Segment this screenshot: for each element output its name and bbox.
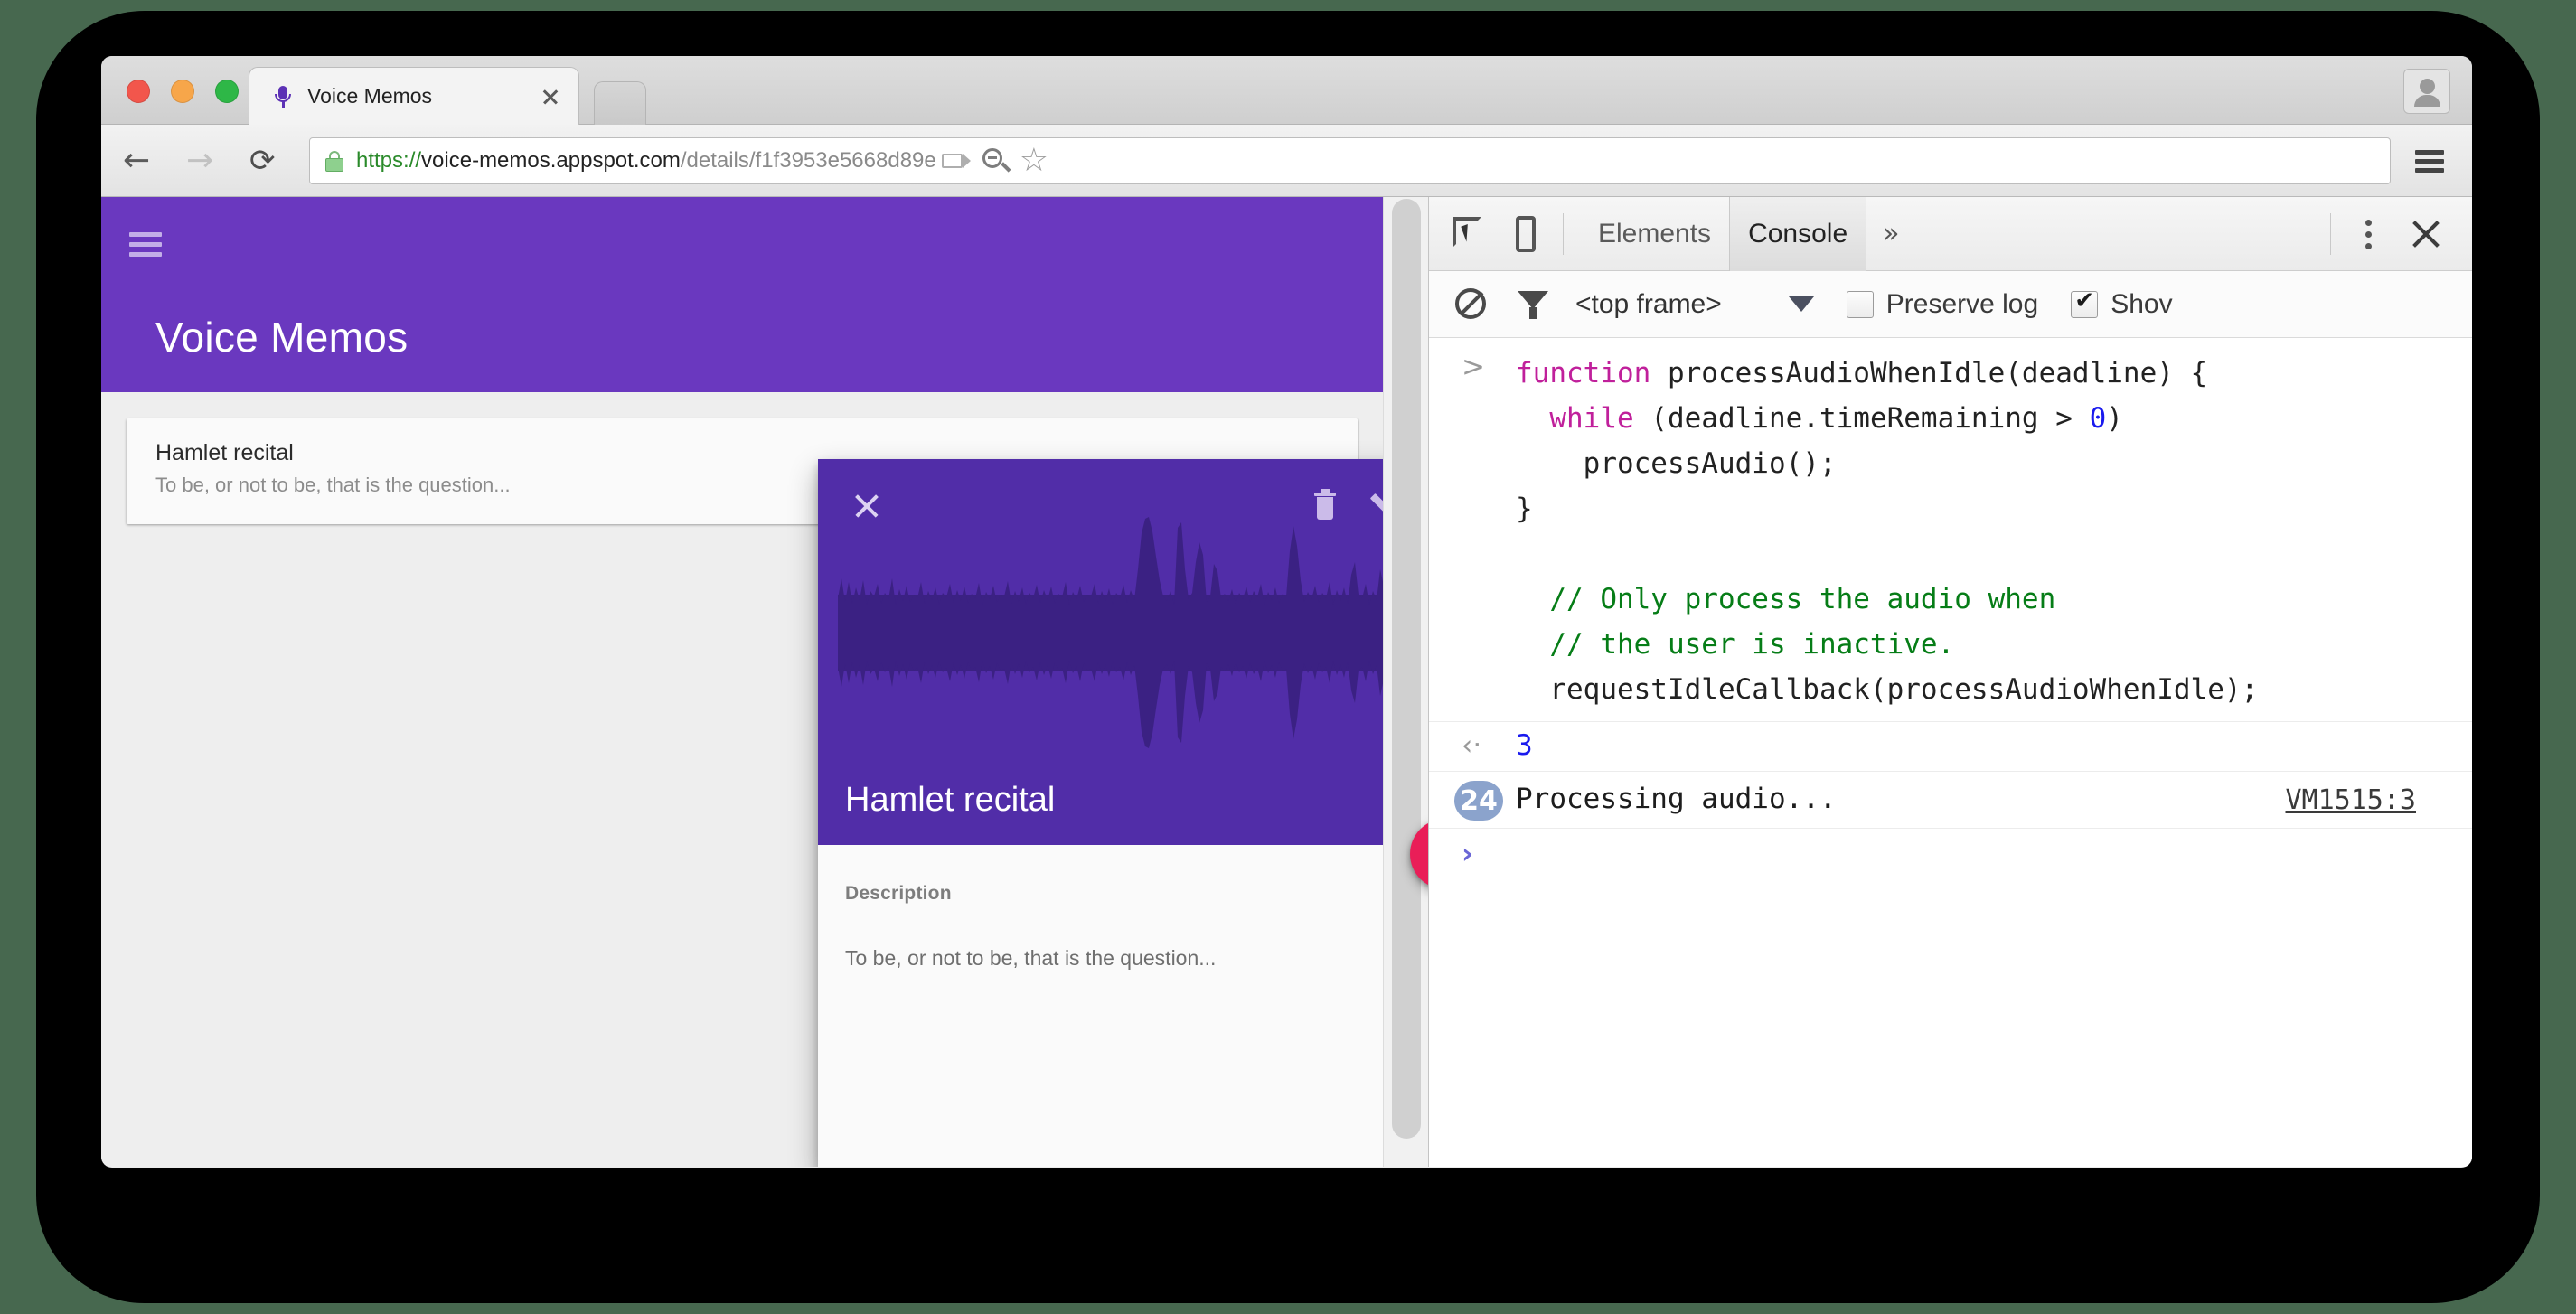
maximize-window-button[interactable] — [215, 80, 239, 103]
browser-window: Voice Memos ← → ⟳ https://voice-memos.ap… — [101, 56, 2472, 1168]
detail-body: Description To be, or not to be, that is… — [818, 845, 1428, 971]
description-text: To be, or not to be, that is the questio… — [845, 946, 1217, 970]
avatar-body-icon — [2414, 95, 2440, 107]
show-messages-label: Shov — [2111, 288, 2173, 319]
close-icon[interactable] — [535, 81, 566, 112]
scrollbar-thumb[interactable] — [1392, 199, 1421, 1139]
bookmark-star-icon[interactable]: ☆ — [1016, 141, 1056, 181]
browser-tab-strip: Voice Memos — [101, 56, 2472, 125]
console-result-row: ‹· 3 — [1429, 721, 2472, 772]
close-icon[interactable] — [2402, 209, 2450, 259]
console-message-text: Processing audio... — [1516, 783, 1837, 815]
prompt-new-icon: › — [1462, 838, 1473, 870]
new-tab-button[interactable] — [594, 81, 646, 125]
tab-console[interactable]: Console — [1729, 197, 1867, 271]
toolbar-divider — [1563, 212, 1564, 255]
preserve-log-label: Preserve log — [1885, 288, 2039, 319]
console-input-entry[interactable]: > function processAudioWhenIdle(deadline… — [1429, 338, 2472, 721]
audio-waveform — [838, 517, 1428, 748]
content-area: Voice Memos Hamlet recital To be, or not… — [101, 197, 2472, 1167]
device-toolbar-icon[interactable] — [1503, 210, 1547, 258]
secure-lock-icon — [324, 149, 344, 173]
window-traffic-lights — [127, 80, 239, 103]
checkbox-box[interactable] — [2071, 287, 2099, 318]
kebab-menu-icon[interactable] — [2347, 209, 2391, 259]
inspect-element-icon[interactable] — [1445, 210, 1494, 258]
page-scrollbar[interactable] — [1383, 197, 1428, 1167]
minimize-window-button[interactable] — [171, 80, 194, 103]
toolbar-divider-right — [2330, 212, 2331, 255]
url-text: https://voice-memos.appspot.com/details/… — [356, 148, 936, 174]
clear-console-icon[interactable] — [1449, 282, 1494, 327]
url-path: /details/f1f3953e5668d89e — [680, 147, 936, 173]
description-label: Description — [845, 883, 952, 904]
delete-icon[interactable] — [1305, 484, 1349, 528]
web-page-viewport: Voice Memos Hamlet recital To be, or not… — [101, 197, 1428, 1167]
url-scheme: https:// — [356, 147, 422, 173]
show-messages-checkbox[interactable]: Shov — [2071, 287, 2173, 320]
checkbox-box[interactable] — [1846, 290, 1874, 318]
frame-selector[interactable]: <top frame> — [1575, 289, 1722, 320]
return-value-icon: ‹· — [1462, 729, 1482, 762]
arrow-left-icon: ← — [123, 141, 151, 179]
console-log-message[interactable]: 24 Processing audio... VM1515:3 — [1429, 772, 2472, 829]
more-tabs-icon[interactable]: » — [1866, 218, 1915, 249]
devtools-panel: Elements Console » <top frame> Preserve … — [1428, 197, 2472, 1167]
browser-toolbar: ← → ⟳ https://voice-memos.appspot.com/de… — [101, 125, 2472, 197]
console-filter-bar: <top frame> Preserve log Shov — [1429, 271, 2472, 338]
avatar[interactable] — [2403, 69, 2450, 114]
close-icon[interactable] — [847, 486, 887, 526]
zoom-out-icon[interactable] — [976, 141, 1016, 181]
preserve-log-checkbox[interactable]: Preserve log — [1846, 288, 2039, 320]
address-bar[interactable]: https://voice-memos.appspot.com/details/… — [309, 136, 2391, 184]
arrow-right-icon: → — [186, 141, 214, 179]
filter-icon[interactable] — [1510, 282, 1556, 327]
tab-elements[interactable]: Elements — [1580, 197, 1729, 271]
url-host: voice-memos.appspot.com — [421, 147, 681, 173]
chrome-menu-icon[interactable] — [2403, 135, 2456, 187]
cast-icon[interactable] — [936, 141, 976, 181]
forward-button[interactable]: → — [177, 136, 228, 186]
memo-detail-card: Hamlet recital Description To be, or not… — [818, 459, 1428, 1167]
microphone-icon — [273, 85, 293, 108]
hamburger-menu-icon[interactable] — [127, 229, 168, 261]
console-source-code: function processAudioWhenIdle(deadline) … — [1516, 357, 2259, 706]
close-window-button[interactable] — [127, 80, 150, 103]
detail-title: Hamlet recital — [845, 781, 1056, 819]
chevron-down-icon[interactable] — [1788, 296, 1814, 312]
page-title: Voice Memos — [155, 314, 409, 361]
prompt-in-icon: > — [1462, 351, 1485, 383]
console-prompt-row[interactable]: › — [1429, 829, 2472, 892]
app-header: Voice Memos — [101, 197, 1383, 392]
browser-tab-voice-memos[interactable]: Voice Memos — [249, 67, 579, 125]
reload-button[interactable]: ⟳ — [240, 136, 291, 186]
repeat-count-badge: 24 — [1454, 781, 1503, 821]
avatar-head-icon — [2420, 79, 2435, 94]
tab-title: Voice Memos — [307, 84, 433, 108]
devtools-toolbar: Elements Console » — [1429, 197, 2472, 271]
detail-hero: Hamlet recital — [818, 459, 1428, 845]
back-button[interactable]: ← — [114, 136, 165, 186]
reload-icon: ⟳ — [249, 142, 276, 179]
console-result-value: 3 — [1516, 729, 1533, 762]
console-message-source-link[interactable]: VM1515:3 — [2286, 784, 2417, 816]
console-output[interactable]: > function processAudioWhenIdle(deadline… — [1429, 338, 2472, 1167]
